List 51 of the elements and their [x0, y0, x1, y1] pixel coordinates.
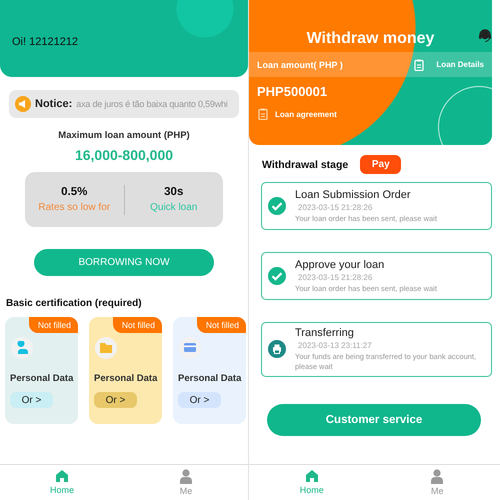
card-button[interactable]: Or > [178, 392, 221, 408]
card-button[interactable]: Or > [94, 392, 137, 408]
card-title: Personal Data [10, 373, 74, 384]
stage-title: Approve your loan [295, 258, 386, 271]
certification-card[interactable]: Not filled Personal Data Or > [89, 317, 162, 424]
status-badge: Not filled [196, 317, 246, 333]
loan-amount-range: 16,000-800,000 [74, 147, 174, 163]
borrow-button[interactable]: BORROWING NOW [34, 249, 214, 276]
certification-card[interactable]: Not filled Personal Data Or > [5, 317, 78, 424]
clipboard-icon [414, 58, 424, 70]
house-icon [54, 469, 69, 483]
house-icon [304, 469, 319, 483]
loan-amount-label: Loan amount( PHP ) [257, 60, 344, 70]
stat-value: 0.5% [61, 186, 88, 198]
nav-tab[interactable]: Me [422, 465, 452, 500]
pay-button[interactable]: Pay [360, 155, 402, 174]
stat-caption: Rates so low for [38, 202, 110, 213]
nav-tab[interactable]: Me [172, 465, 200, 500]
folder-icon [99, 341, 113, 355]
card-title: Personal Data [178, 373, 242, 384]
loan-amount: PHP500001 [257, 84, 328, 99]
section-title: Basic certification (required) [6, 298, 143, 309]
stat-caption: Quick loan [150, 202, 198, 213]
status-badge: Not filled [28, 317, 78, 333]
customer-service-button[interactable]: Customer service [267, 404, 481, 436]
person-icon [180, 469, 192, 484]
stage-time: 2023-03-15 21:28:26 [298, 272, 374, 282]
stage-title: Loan Submission Order [295, 188, 412, 201]
card-title: Personal Data [94, 373, 158, 384]
megaphone-icon [15, 96, 31, 112]
card-button[interactable]: Or > [10, 392, 53, 408]
notice-text: axa de juros é tão baixa quanto 0,59whi [76, 99, 228, 109]
stage-title: Transferring [295, 327, 355, 339]
person-icon [431, 469, 444, 484]
loan-details-link[interactable]: Loan Details [414, 58, 484, 70]
greeting-text: Oi! 12121212 [12, 36, 78, 48]
nav-tab[interactable]: Home [42, 465, 82, 500]
notice-label: Notice: [35, 98, 72, 110]
certification-card[interactable]: Not filled Personal Data Or > [173, 317, 246, 424]
nav-tab[interactable]: Home [292, 465, 332, 500]
clipboard-icon [258, 108, 268, 120]
person-icon [15, 341, 29, 355]
stage-time: 2023-03-13 23:11:27 [298, 341, 373, 350]
stage-time: 2023-03-15 21:28:26 [298, 202, 374, 212]
loan-agreement-link[interactable]: Loan agreement [258, 108, 492, 120]
card-icon [183, 341, 197, 355]
headset-icon[interactable] [479, 29, 491, 42]
status-badge: Not filled [112, 317, 162, 333]
stage-label: Withdrawal stage [262, 158, 348, 170]
stat-value: 30s [164, 186, 184, 198]
loan-amount-label: Maximum loan amount (PHP) [57, 130, 191, 141]
